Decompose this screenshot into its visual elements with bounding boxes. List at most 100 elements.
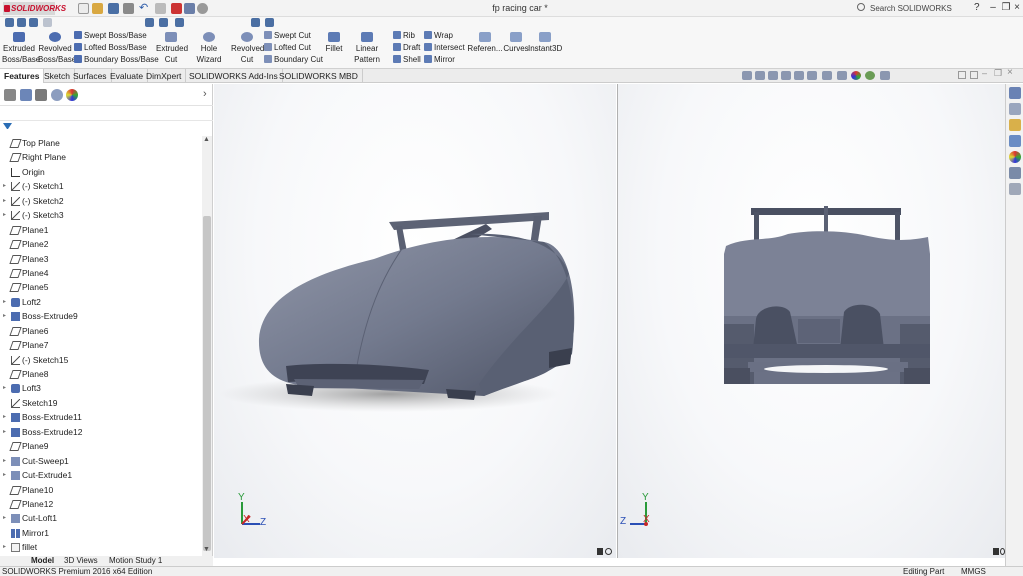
solidworks-forum-icon[interactable] bbox=[1009, 183, 1021, 195]
tab-dimxpert[interactable]: DimXpert bbox=[142, 69, 187, 83]
wrap-button[interactable]: Wrap bbox=[424, 30, 453, 42]
history-icon[interactable] bbox=[17, 18, 26, 27]
fillet-button[interactable]: Fillet bbox=[324, 31, 344, 54]
mirror-button[interactable]: Mirror bbox=[424, 54, 455, 66]
zoom-to-area-icon[interactable] bbox=[755, 71, 765, 80]
scroll-down-icon[interactable]: ▼ bbox=[203, 546, 210, 553]
lofted-cut-button[interactable]: Lofted Cut bbox=[264, 42, 311, 54]
tree-item[interactable]: Right Plane bbox=[0, 150, 201, 164]
resources-icon[interactable] bbox=[1009, 103, 1021, 115]
expand-arrow-icon[interactable]: ▸ bbox=[3, 540, 9, 552]
instant3d-button[interactable]: Instant3D bbox=[528, 31, 562, 54]
previous-view-icon[interactable] bbox=[768, 71, 778, 80]
intersect-button[interactable]: Intersect bbox=[424, 42, 465, 54]
home-icon[interactable] bbox=[1009, 87, 1021, 99]
boundary-cut-button[interactable]: Boundary Cut bbox=[264, 54, 323, 66]
apply-scene-icon[interactable] bbox=[865, 71, 875, 80]
tree-item[interactable]: Sketch19 bbox=[0, 396, 201, 410]
tree-item[interactable]: Plane10 bbox=[0, 483, 201, 497]
viewport-link-icon-right[interactable] bbox=[993, 548, 999, 555]
tree-item[interactable]: Mirror1 bbox=[0, 526, 201, 540]
tree-item[interactable]: ▸ Cut-Loft1 bbox=[0, 511, 201, 525]
graphics-area-right[interactable]: Y Z X bbox=[617, 84, 1005, 558]
swept-cut-button[interactable]: Swept Cut bbox=[264, 30, 311, 42]
appearances-icon[interactable] bbox=[1009, 151, 1021, 163]
tree-item[interactable]: Plane2 bbox=[0, 237, 201, 251]
file-explorer-icon[interactable] bbox=[1009, 135, 1021, 147]
doc-minimize-button[interactable]: – bbox=[982, 68, 987, 78]
appearance-icon[interactable] bbox=[251, 18, 260, 27]
design-library-icon[interactable] bbox=[1009, 119, 1021, 131]
solidworks-logo[interactable]: SOLIDWORKS bbox=[3, 2, 66, 15]
expand-arrow-icon[interactable]: ▸ bbox=[3, 295, 9, 309]
tree-item[interactable]: Top Plane bbox=[0, 136, 201, 150]
hide-show-items-icon[interactable] bbox=[837, 71, 847, 80]
tab-model[interactable]: Model bbox=[28, 556, 57, 566]
file-properties-icon[interactable] bbox=[184, 3, 195, 14]
sketch-tools-icon[interactable] bbox=[43, 18, 52, 27]
undo-icon[interactable]: ↶ bbox=[139, 3, 150, 14]
tree-item[interactable]: Plane6 bbox=[0, 324, 201, 338]
tree-filter[interactable] bbox=[0, 120, 213, 134]
hole-wizard-button[interactable]: Hole Wizard bbox=[188, 31, 230, 65]
viewport-split-icon[interactable] bbox=[958, 71, 966, 79]
tree-item[interactable]: Plane7 bbox=[0, 338, 201, 352]
doc-restore-button[interactable]: ❐ bbox=[994, 68, 1002, 79]
rebuild-toolbar-icon[interactable] bbox=[5, 18, 14, 27]
display-manager-icon[interactable] bbox=[66, 89, 78, 101]
car-model-isometric[interactable] bbox=[214, 84, 616, 558]
property-manager-icon[interactable] bbox=[20, 89, 32, 101]
new-document-icon[interactable] bbox=[78, 3, 89, 14]
tab-motion-study[interactable]: Motion Study 1 bbox=[106, 556, 165, 566]
scroll-thumb[interactable] bbox=[203, 216, 211, 551]
dynamic-annotation-icon[interactable] bbox=[794, 71, 804, 80]
expand-arrow-icon[interactable]: ▸ bbox=[3, 208, 9, 222]
tree-item[interactable]: ▸ Cut-Sweep1 bbox=[0, 454, 201, 468]
revolved-cut-button[interactable]: Revolved Cut bbox=[231, 31, 264, 65]
view-settings-icon[interactable] bbox=[880, 71, 890, 80]
tree-item[interactable]: Plane1 bbox=[0, 223, 201, 237]
custom-properties-icon[interactable] bbox=[1009, 167, 1021, 179]
tree-item[interactable]: ▸ (-) Sketch3 bbox=[0, 208, 201, 222]
extruded-cut-button[interactable]: Extruded Cut bbox=[156, 31, 188, 65]
tree-item[interactable]: Plane4 bbox=[0, 266, 201, 280]
tree-item[interactable]: ▸ (-) Sketch2 bbox=[0, 194, 201, 208]
section-view-icon[interactable] bbox=[175, 18, 184, 27]
options-gear-icon[interactable] bbox=[197, 3, 208, 14]
tree-item[interactable]: Plane8 bbox=[0, 367, 201, 381]
tree-item[interactable]: Origin bbox=[0, 165, 201, 179]
expand-arrow-icon[interactable]: ▸ bbox=[3, 179, 9, 193]
tab-mbd[interactable]: SOLIDWORKS MBD bbox=[275, 69, 363, 83]
display-style-icon[interactable] bbox=[159, 18, 168, 27]
scene-icon[interactable] bbox=[265, 18, 274, 27]
draft-button[interactable]: Draft bbox=[393, 42, 420, 54]
tree-item[interactable]: ▸ Cut-Extrude1 bbox=[0, 468, 201, 482]
tab-3d-views[interactable]: 3D Views bbox=[61, 556, 101, 566]
view-orientation-icon[interactable] bbox=[145, 18, 154, 27]
search-help-input[interactable]: Search SOLIDWORKS Help bbox=[852, 2, 970, 26]
expand-arrow-icon[interactable]: ▸ bbox=[3, 194, 9, 208]
tree-item[interactable]: ▸ Loft3 bbox=[0, 381, 201, 395]
viewport-link-icon[interactable] bbox=[597, 548, 603, 555]
rebuild-icon[interactable] bbox=[171, 3, 182, 14]
tree-item[interactable]: ▸ (-) Sketch1 bbox=[0, 179, 201, 193]
expand-arrow-icon[interactable]: ▸ bbox=[3, 309, 9, 323]
expand-arrow-icon[interactable]: ▸ bbox=[3, 425, 9, 439]
expand-arrow-icon[interactable]: ▸ bbox=[3, 410, 9, 424]
view-orientation-tool-icon[interactable] bbox=[807, 71, 817, 80]
save-all-icon[interactable] bbox=[29, 18, 38, 27]
section-view-tool-icon[interactable] bbox=[781, 71, 791, 80]
print-icon[interactable] bbox=[123, 3, 134, 14]
zoom-to-fit-icon[interactable] bbox=[742, 71, 752, 80]
feature-manager-tree-icon[interactable] bbox=[4, 89, 16, 101]
scroll-up-icon[interactable]: ▲ bbox=[203, 136, 210, 143]
revolved-boss-button[interactable]: Revolved Boss/Base bbox=[38, 31, 76, 65]
tree-item[interactable]: Plane5 bbox=[0, 280, 201, 294]
tree-scrollbar[interactable]: ▲ ▼ bbox=[202, 136, 212, 556]
boundary-boss-button[interactable]: Boundary Boss/Base bbox=[74, 54, 159, 66]
swept-boss-button[interactable]: Swept Boss/Base bbox=[74, 30, 147, 42]
tree-item[interactable]: ▸ Loft2 bbox=[0, 295, 201, 309]
tree-item[interactable]: Plane3 bbox=[0, 252, 201, 266]
dimxpert-manager-icon[interactable] bbox=[51, 89, 63, 101]
units-selector[interactable]: MMGS bbox=[961, 567, 986, 576]
